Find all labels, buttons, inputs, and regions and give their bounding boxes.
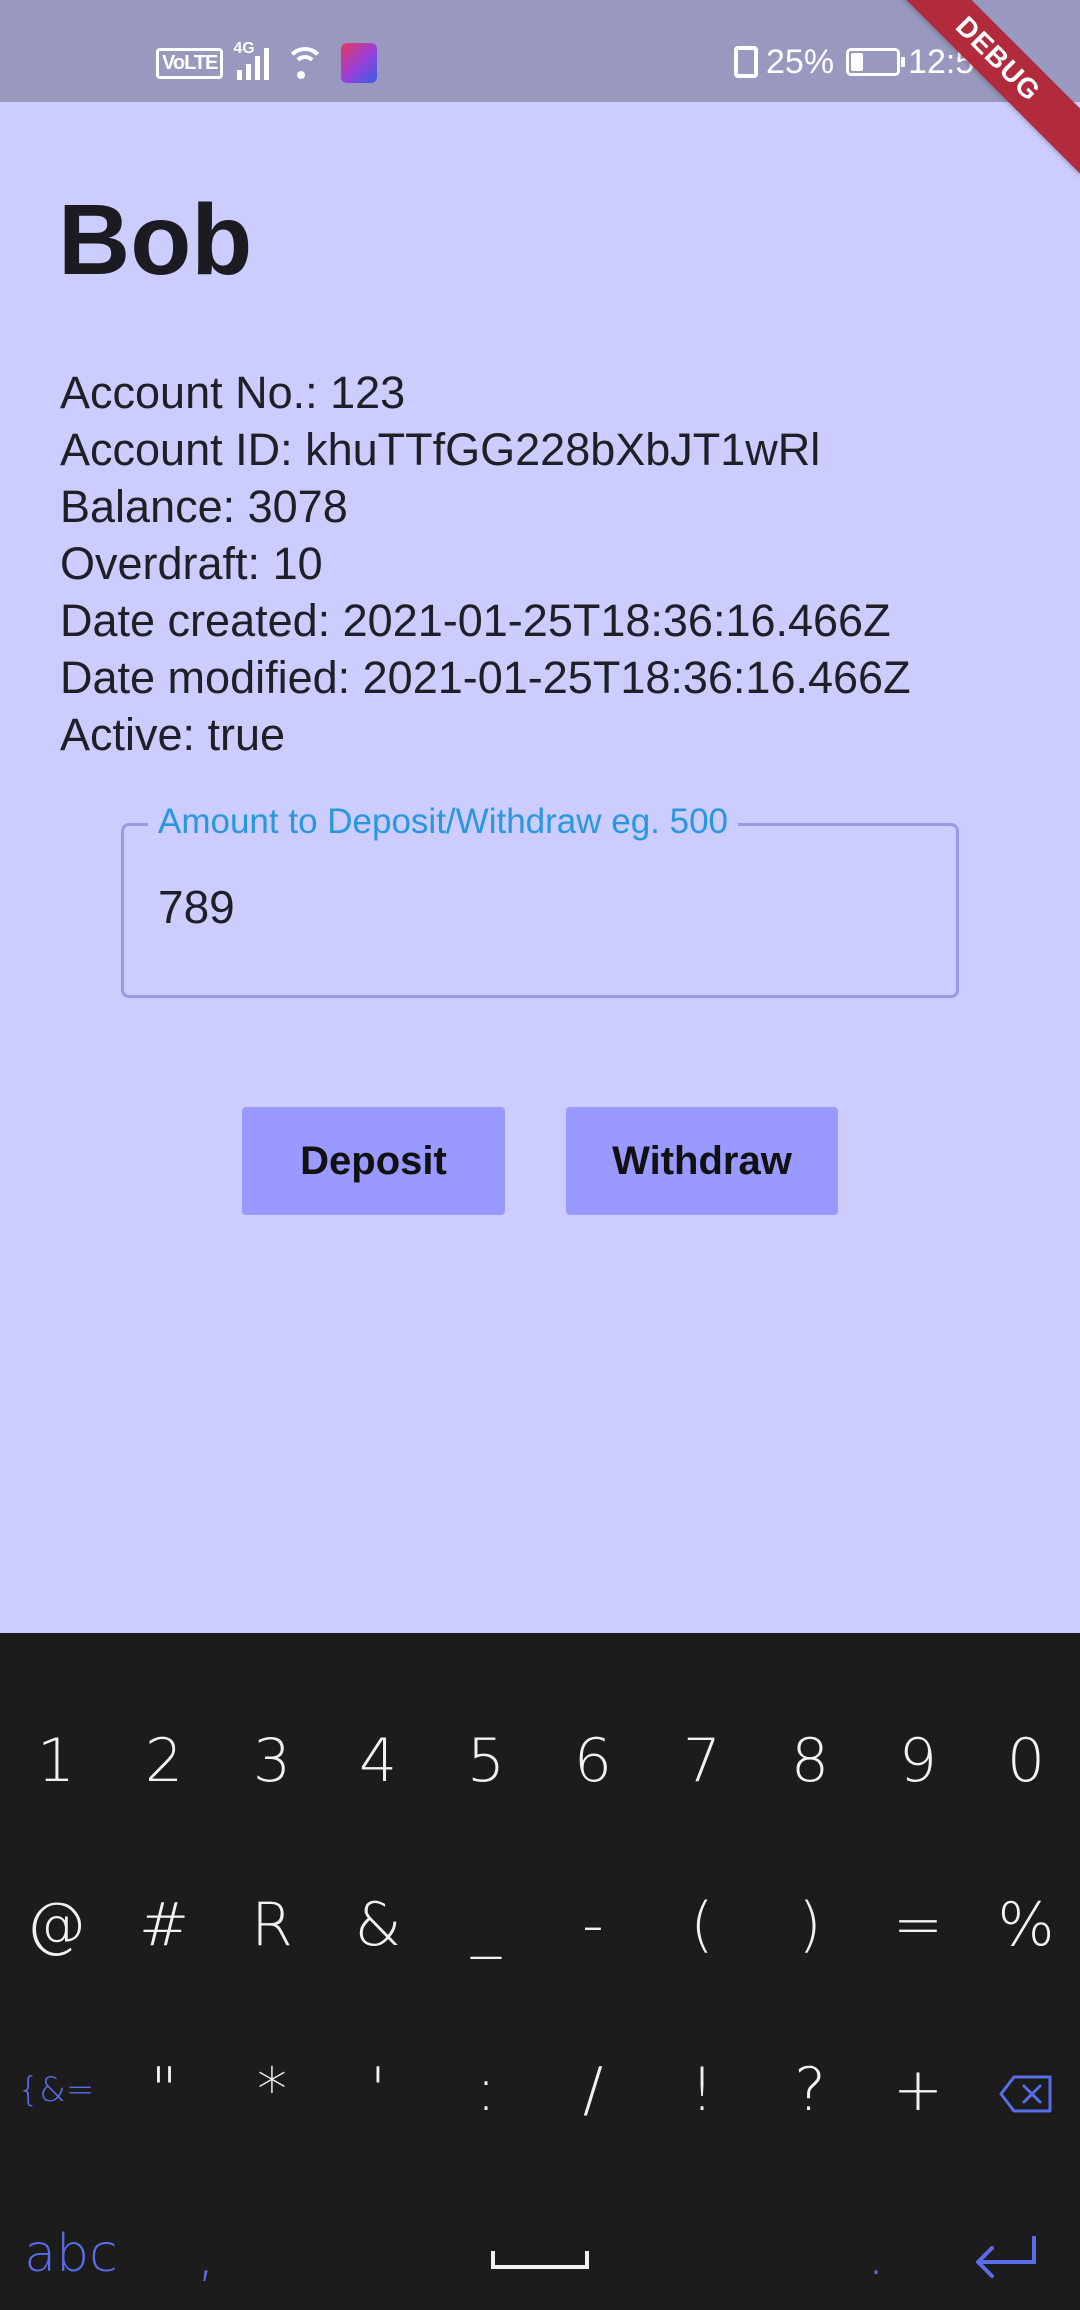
- key-open-paren[interactable]: (: [648, 1875, 756, 1975]
- space-bar-icon[interactable]: [440, 2204, 640, 2304]
- app-notification-icon: [341, 43, 378, 83]
- signal-icon: 4G: [233, 40, 270, 80]
- battery-percent: 25%: [766, 42, 835, 81]
- key-equals[interactable]: =: [864, 1875, 972, 1975]
- account-number: Account No.: 123: [60, 367, 406, 418]
- active-status: Active: true: [60, 709, 286, 760]
- key-9[interactable]: 9: [864, 1711, 972, 1811]
- balance: Balance: 3078: [60, 481, 348, 532]
- key-7[interactable]: 7: [648, 1711, 756, 1811]
- status-bar: VoLTE 4G 25% 12:53 DEBUG: [0, 0, 1080, 175]
- account-holder-name: Bob: [58, 184, 253, 296]
- key-period[interactable]: .: [822, 2204, 930, 2304]
- key-asterisk[interactable]: *: [218, 2040, 326, 2140]
- key-ampersand[interactable]: &: [324, 1875, 432, 1975]
- key-question[interactable]: ?: [756, 2040, 864, 2140]
- key-single-quote[interactable]: ': [324, 2040, 432, 2140]
- key-percent[interactable]: %: [972, 1875, 1080, 1975]
- keyboard: 1 2 3 4 5 6 7 8 9 0 @ # R & _ - ( ) = % …: [0, 1633, 1080, 2310]
- withdraw-button[interactable]: Withdraw: [566, 1107, 838, 1215]
- key-hyphen[interactable]: -: [539, 1875, 647, 1975]
- key-hash[interactable]: #: [110, 1875, 218, 1975]
- key-comma[interactable]: ,: [152, 2204, 260, 2304]
- key-colon[interactable]: :: [432, 2040, 540, 2140]
- key-slash[interactable]: /: [539, 2040, 647, 2140]
- deposit-button[interactable]: Deposit: [242, 1107, 505, 1215]
- keyboard-row-numbers: 1 2 3 4 5 6 7 8 9 0: [0, 1711, 1080, 1811]
- amount-input-value[interactable]: 789: [158, 880, 235, 934]
- key-exclamation[interactable]: !: [648, 2040, 756, 2140]
- key-symbols-toggle[interactable]: {&=: [2, 2040, 110, 2140]
- backspace-icon[interactable]: [972, 2040, 1080, 2140]
- vibrate-icon: [734, 46, 758, 78]
- key-3[interactable]: 3: [218, 1711, 326, 1811]
- key-double-quote[interactable]: ": [110, 2040, 218, 2140]
- keyboard-row-bottom: abc , .: [0, 2204, 1080, 2304]
- status-left: VoLTE 4G: [156, 38, 378, 88]
- account-details: Account No.: 123 Account ID: khuTTfGG228…: [60, 364, 911, 763]
- key-2[interactable]: 2: [110, 1711, 218, 1811]
- key-4[interactable]: 4: [324, 1711, 432, 1811]
- amount-input-label: Amount to Deposit/Withdraw eg. 500: [148, 796, 739, 848]
- battery-icon: [846, 48, 906, 76]
- key-underscore[interactable]: _: [432, 1875, 540, 1975]
- key-close-paren[interactable]: ): [756, 1875, 864, 1975]
- key-6[interactable]: 6: [539, 1711, 647, 1811]
- key-rupee[interactable]: R: [218, 1875, 326, 1975]
- enter-icon[interactable]: [950, 2204, 1060, 2304]
- wifi-icon: [283, 45, 327, 81]
- account-id: Account ID: khuTTfGG228bXbJT1wRl: [60, 424, 821, 475]
- key-0[interactable]: 0: [972, 1711, 1080, 1811]
- key-plus[interactable]: +: [864, 2040, 972, 2140]
- keyboard-row-symbols-1: @ # R & _ - ( ) = %: [0, 1875, 1080, 1975]
- key-abc[interactable]: abc: [16, 2204, 126, 2304]
- key-at[interactable]: @: [2, 1875, 110, 1975]
- date-created: Date created: 2021-01-25T18:36:16.466Z: [60, 595, 891, 646]
- key-8[interactable]: 8: [756, 1711, 864, 1811]
- key-1[interactable]: 1: [2, 1711, 110, 1811]
- volte-icon: VoLTE: [156, 47, 224, 79]
- amount-input[interactable]: Amount to Deposit/Withdraw eg. 500 789: [121, 796, 959, 998]
- keyboard-row-symbols-2: {&= " * ' : / ! ? +: [0, 2040, 1080, 2140]
- overdraft: Overdraft: 10: [60, 538, 323, 589]
- network-type-label: 4G: [233, 40, 255, 57]
- debug-banner: DEBUG: [882, 0, 1080, 175]
- date-modified: Date modified: 2021-01-25T18:36:16.466Z: [60, 652, 911, 703]
- key-5[interactable]: 5: [432, 1711, 540, 1811]
